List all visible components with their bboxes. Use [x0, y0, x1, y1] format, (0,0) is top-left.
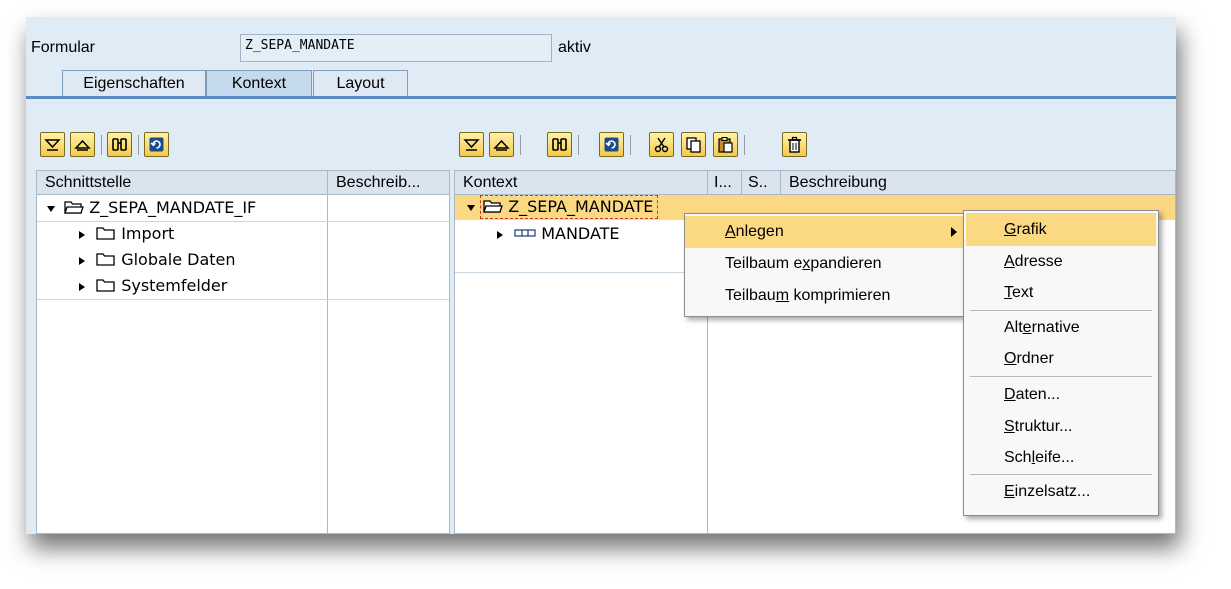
tree-node-label: Globale Daten — [121, 250, 236, 269]
delete-button[interactable] — [782, 132, 807, 157]
copy-icon — [686, 137, 701, 153]
copy-button[interactable] — [681, 132, 706, 157]
paste-icon — [718, 137, 733, 153]
refresh-icon — [604, 137, 619, 152]
menu-item-anlegen[interactable]: Anlegen — [685, 216, 963, 248]
tree-node-label: Z_SEPA_MANDATE — [508, 197, 654, 216]
folder-icon — [96, 279, 115, 292]
submenu-item-ordner[interactable]: Ordner — [966, 344, 1156, 376]
formular-name-field[interactable]: Z_SEPA_MANDATE — [240, 34, 552, 62]
paste-button[interactable] — [713, 132, 738, 157]
toolbar-separator — [520, 135, 521, 155]
context-node-root[interactable]: Z_SEPA_MANDATE — [467, 194, 659, 220]
column-header-s[interactable]: S.. — [742, 171, 780, 195]
scissors-icon — [654, 137, 669, 153]
expand-all-button-right[interactable] — [459, 132, 484, 157]
column-header-description[interactable]: Beschreib... — [328, 171, 449, 195]
expanded-arrow-icon[interactable] — [47, 205, 55, 212]
toolbar-separator — [138, 135, 139, 155]
expand-all-icon — [463, 139, 480, 151]
collapse-all-button[interactable] — [70, 132, 95, 157]
structure-icon — [514, 229, 536, 237]
expanded-arrow-icon[interactable] — [467, 204, 475, 211]
toolbar-separator — [630, 135, 631, 155]
tree-node-label: MANDATE — [541, 224, 620, 243]
submenu-anlegen: Grafik Adresse Text Alternative Ordner D… — [963, 210, 1159, 516]
column-header-context[interactable]: Kontext — [455, 171, 707, 195]
open-folder-icon — [483, 200, 503, 213]
column-header-description[interactable]: Beschreibung — [781, 171, 1175, 195]
tree-node-root[interactable]: Z_SEPA_MANDATE_IF — [47, 195, 256, 221]
status-text: aktiv — [558, 39, 591, 56]
column-header-interface[interactable]: Schnittstelle — [37, 171, 327, 195]
context-menu: Anlegen Teilbaum expandieren Teilbaum ko… — [684, 213, 964, 317]
refresh-button-right[interactable] — [599, 132, 624, 157]
submenu-item-alternative[interactable]: Alternative — [966, 311, 1156, 344]
toolbar-separator — [101, 135, 102, 155]
submenu-item-schleife[interactable]: Schleife... — [966, 442, 1156, 474]
row-divider — [37, 299, 449, 300]
tree-node-globale-daten[interactable]: Globale Daten — [79, 247, 236, 273]
collapse-all-button-right[interactable] — [489, 132, 514, 157]
tree-node-import[interactable]: Import — [79, 221, 174, 247]
tab-eigenschaften[interactable]: Eigenschaften — [62, 70, 206, 97]
open-folder-icon — [64, 201, 84, 214]
toolbar-separator — [578, 135, 579, 155]
row-divider — [455, 272, 707, 273]
submenu-item-text[interactable]: Text — [966, 278, 1156, 310]
folder-icon — [96, 253, 115, 266]
column-divider — [780, 171, 781, 195]
menu-item-teilbaum-expandieren[interactable]: Teilbaum expandieren — [685, 248, 963, 280]
submenu-item-grafik[interactable]: Grafik — [966, 213, 1156, 246]
context-node-mandate[interactable]: MANDATE — [497, 221, 620, 247]
cut-button[interactable] — [649, 132, 674, 157]
trash-icon — [788, 136, 801, 153]
expand-all-icon — [44, 139, 61, 151]
column-divider — [741, 171, 742, 195]
collapsed-arrow-icon[interactable] — [497, 230, 503, 239]
sap-window: Formular Z_SEPA_MANDATE aktiv Eigenschaf… — [26, 17, 1176, 534]
formular-label: Formular — [31, 39, 96, 56]
folder-icon — [96, 227, 115, 240]
tree-node-label: Z_SEPA_MANDATE_IF — [89, 198, 257, 217]
column-header-i[interactable]: I... — [708, 171, 741, 195]
collapsed-arrow-icon[interactable] — [79, 282, 85, 291]
menu-item-label: Teilbaum expandieren — [725, 255, 882, 272]
collapse-all-icon — [493, 139, 510, 151]
column-divider — [327, 171, 328, 533]
tree-node-systemfelder[interactable]: Systemfelder — [79, 273, 227, 299]
tab-underline — [26, 96, 1176, 99]
collapsed-arrow-icon[interactable] — [79, 230, 85, 239]
submenu-arrow-icon — [951, 227, 957, 237]
binoculars-icon — [552, 138, 567, 151]
expand-all-button[interactable] — [40, 132, 65, 157]
submenu-item-einzelsatz[interactable]: Einzelsatz... — [966, 475, 1156, 508]
toolbar-separator — [744, 135, 745, 155]
find-button-right[interactable] — [547, 132, 572, 157]
menu-item-label: Anlegen — [725, 223, 784, 240]
menu-item-teilbaum-komprimieren[interactable]: Teilbaum komprimieren — [685, 280, 963, 312]
interface-tree-pane: Schnittstelle Beschreib... Z_SEPA_MANDAT… — [36, 170, 450, 534]
submenu-item-adresse[interactable]: Adresse — [966, 246, 1156, 278]
selected-node-frame: Z_SEPA_MANDATE — [480, 195, 659, 219]
collapsed-arrow-icon[interactable] — [79, 256, 85, 265]
tree-node-label: Systemfelder — [121, 276, 228, 295]
submenu-item-daten[interactable]: Daten... — [966, 377, 1156, 410]
tree-node-label: Import — [121, 224, 175, 243]
refresh-button[interactable] — [144, 132, 169, 157]
collapse-all-icon — [74, 139, 91, 151]
binoculars-icon — [112, 138, 127, 151]
menu-item-label: Teilbaum komprimieren — [725, 287, 891, 304]
tab-kontext[interactable]: Kontext — [206, 70, 312, 97]
find-button[interactable] — [107, 132, 132, 157]
refresh-icon — [149, 137, 164, 152]
submenu-item-struktur[interactable]: Struktur... — [966, 410, 1156, 442]
tab-layout[interactable]: Layout — [313, 70, 408, 97]
